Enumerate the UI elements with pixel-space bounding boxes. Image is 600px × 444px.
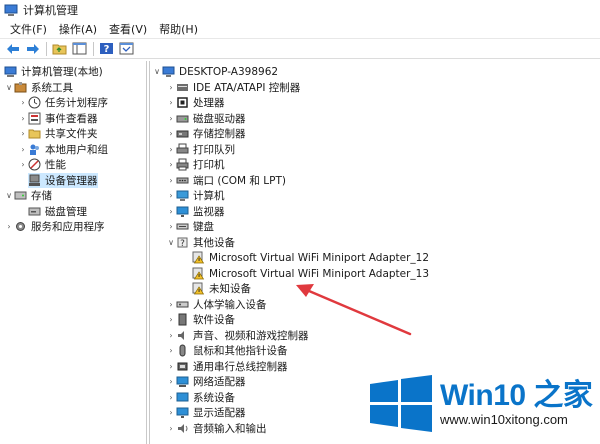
watermark-url: www.win10xitong.com [440,412,568,427]
windows-logo-icon [370,375,432,432]
watermark: Win10 之家 www.win10xitong.com [368,368,600,444]
watermark-title: Win10 之家 [440,379,593,412]
